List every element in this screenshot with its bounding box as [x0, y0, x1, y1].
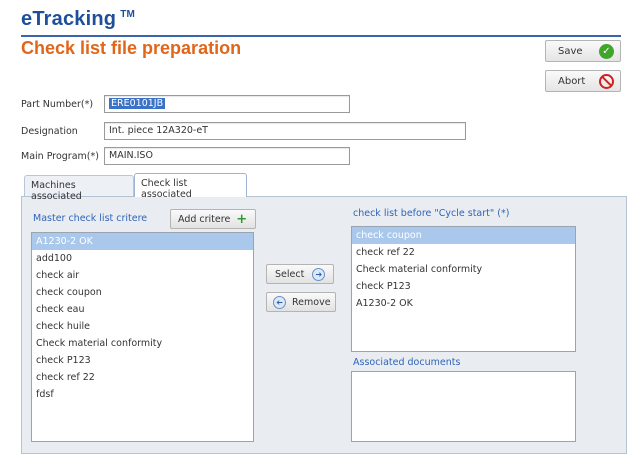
prohibited-icon: [599, 73, 614, 89]
list-item[interactable]: check P123: [32, 352, 253, 369]
designation-label: Designation: [21, 126, 78, 137]
save-button[interactable]: Save ✓: [545, 40, 621, 62]
list-item[interactable]: check eau: [32, 301, 253, 318]
associated-documents-label: Associated documents: [353, 357, 461, 368]
associated-documents-list[interactable]: [351, 371, 576, 442]
main-program-label: Main Program(*): [21, 151, 99, 162]
list-item[interactable]: check coupon: [352, 227, 575, 244]
part-number-label: Part Number(*): [21, 99, 94, 110]
main-program-field[interactable]: MAIN.ISO: [104, 147, 350, 165]
list-item[interactable]: Check material conformity: [352, 261, 575, 278]
list-item[interactable]: check ref 22: [352, 244, 575, 261]
list-item[interactable]: A1230-2 OK: [352, 295, 575, 312]
designation-value: Int. piece 12A320-eT: [109, 125, 208, 136]
abort-button[interactable]: Abort: [545, 70, 621, 92]
page-title: Check list file preparation: [21, 38, 242, 58]
list-item[interactable]: check air: [32, 267, 253, 284]
tab-machines-associated[interactable]: Machines associated: [24, 175, 134, 202]
plus-icon: +: [236, 211, 248, 227]
arrow-right-icon: ➔: [312, 267, 326, 281]
list-item[interactable]: add100: [32, 250, 253, 267]
list-item[interactable]: A1230-2 OK: [32, 233, 253, 250]
checkmark-icon: ✓: [599, 43, 614, 59]
before-cycle-list[interactable]: check coupon check ref 22 Check material c…: [351, 226, 576, 352]
add-critere-button[interactable]: Add critere +: [170, 209, 256, 229]
before-cycle-label: check list before "Cycle start" (*): [353, 208, 510, 219]
save-button-label: Save: [558, 45, 583, 57]
master-list-label: Master check list critere: [33, 213, 148, 224]
designation-field[interactable]: Int. piece 12A320-eT: [104, 122, 466, 140]
list-item[interactable]: check ref 22: [32, 369, 253, 386]
arrow-left-icon: ➔: [273, 295, 286, 309]
list-item[interactable]: check huile: [32, 318, 253, 335]
add-critere-label: Add critere: [178, 213, 231, 225]
tab-check-list-associated[interactable]: Check list associated: [134, 173, 247, 200]
app-title: eTracking TM: [21, 8, 135, 31]
part-number-value: ERE0101JB: [109, 98, 166, 109]
app-title-text: eTracking: [21, 8, 117, 30]
select-button[interactable]: Select ➔: [266, 264, 334, 284]
trademark-mark: TM: [120, 9, 136, 20]
list-item[interactable]: fdsf: [32, 386, 253, 403]
part-number-field[interactable]: ERE0101JB: [104, 95, 350, 113]
list-item[interactable]: Check material conformity: [32, 335, 253, 352]
abort-button-label: Abort: [558, 75, 586, 87]
title-divider: [21, 35, 621, 37]
remove-button[interactable]: ➔ Remove: [266, 292, 336, 312]
main-program-value: MAIN.ISO: [109, 150, 153, 161]
list-item[interactable]: check P123: [352, 278, 575, 295]
master-check-list[interactable]: A1230-2 OK add100 check air check coupon che…: [31, 232, 254, 442]
remove-button-label: Remove: [292, 296, 331, 308]
select-button-label: Select: [275, 268, 305, 280]
list-item[interactable]: check coupon: [32, 284, 253, 301]
